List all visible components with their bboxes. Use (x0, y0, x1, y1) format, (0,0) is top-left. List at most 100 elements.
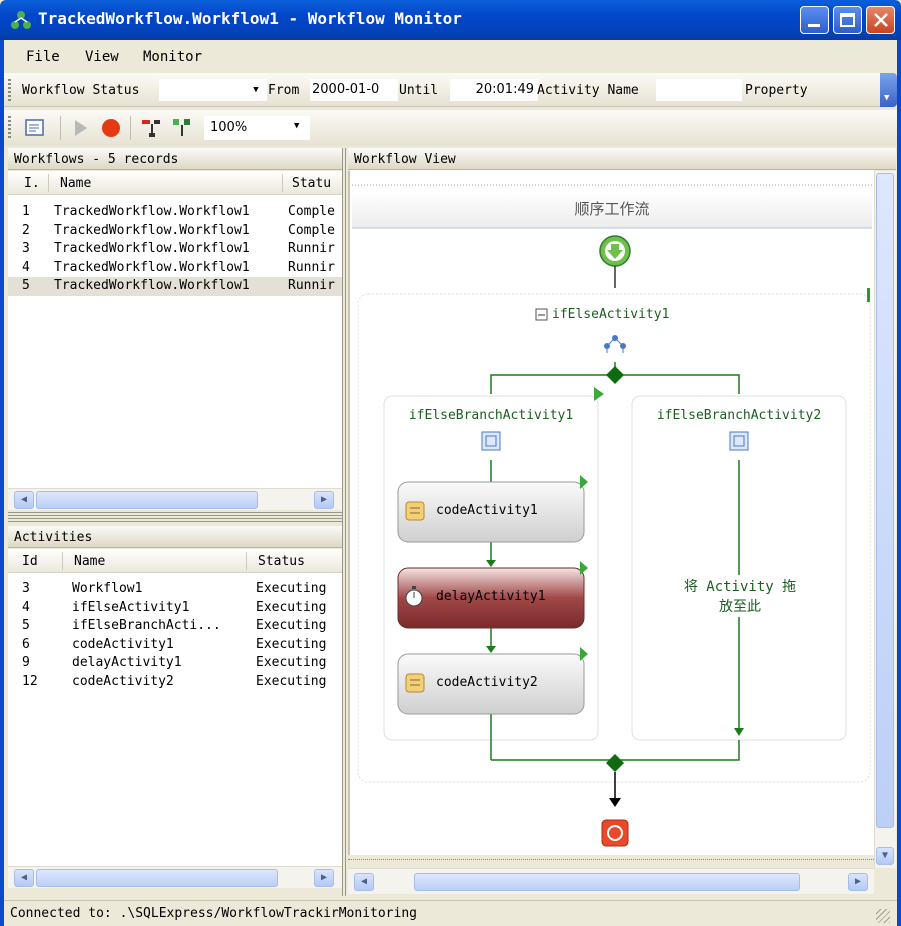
scroll-right-icon[interactable]: ▶ (314, 869, 334, 887)
column-divider[interactable] (282, 174, 283, 192)
workflow-id: 2 (22, 222, 30, 238)
activity-status: Executing (256, 673, 327, 689)
toolbar-grip[interactable] (8, 79, 11, 101)
activity-name: ifElseBranchActi... (72, 618, 221, 633)
workflow-id: 4 (22, 259, 30, 275)
workflow-name: TrackedWorkflow.Workflow1 (54, 278, 250, 293)
column-divider[interactable] (246, 552, 247, 570)
drop-hint-line1: 将 Activity 拖 (683, 579, 797, 595)
until-label: Until (399, 83, 439, 98)
scroll-left-icon[interactable]: ◀ (14, 869, 34, 887)
activity-row[interactable]: 9 delayActivity1 Executing (8, 654, 342, 673)
close-button[interactable] (866, 6, 895, 34)
column-divider[interactable] (48, 174, 49, 192)
scroll-left-icon[interactable]: ◀ (14, 491, 34, 509)
workflow-name: TrackedWorkflow.Workflow1 (54, 241, 250, 256)
column-status[interactable]: Status (258, 554, 305, 569)
workflow-row[interactable]: 1 TrackedWorkflow.Workflow1 Comple (8, 203, 342, 222)
scroll-thumb[interactable] (36, 869, 278, 887)
activity-row[interactable]: 4 ifElseActivity1 Executing (8, 599, 342, 618)
ifelse-activity-label[interactable]: ifElseActivity1 (552, 307, 669, 322)
horizontal-splitter[interactable] (8, 512, 342, 524)
window-frame-right (897, 40, 901, 926)
activity-row[interactable]: 12 codeActivity2 Executing (8, 673, 342, 692)
close-icon (874, 13, 888, 27)
workflow-row[interactable]: 4 TrackedWorkflow.Workflow1 Runnir (8, 259, 342, 278)
column-id[interactable]: Id (22, 554, 38, 569)
menu-monitor[interactable]: Monitor (143, 49, 202, 65)
until-time-field[interactable]: 20:01:49 (450, 79, 538, 101)
maximize-icon (840, 13, 855, 27)
column-id[interactable]: I. (24, 176, 40, 191)
vscroll-thumb[interactable] (876, 173, 894, 828)
designer-hscrollbar[interactable]: ◀ ▶ (348, 859, 874, 894)
menu-bar: File View Monitor (4, 40, 897, 73)
resize-grip-icon[interactable] (876, 909, 890, 923)
monitor-settings-icon[interactable] (24, 117, 46, 139)
activity-id: 9 (22, 655, 30, 670)
scroll-thumb[interactable] (36, 491, 258, 509)
title-bar[interactable]: TrackedWorkflow.Workflow1 - Workflow Mon… (0, 0, 901, 40)
activity-status: Executing (256, 618, 327, 633)
expand-icon[interactable] (140, 116, 164, 140)
code-scroll-icon (405, 673, 425, 693)
column-name[interactable]: Name (60, 176, 91, 191)
minimize-icon (808, 24, 820, 27)
scroll-right-icon[interactable]: ▶ (314, 491, 334, 509)
minimize-button[interactable] (800, 6, 829, 34)
workflows-list: I. Name Statu 1 TrackedWorkflow.Workflow1… (8, 171, 342, 488)
from-date-field[interactable]: 2000-01-0 (310, 79, 398, 101)
activity-name-field[interactable] (656, 79, 742, 101)
activity-name: codeActivity2 (72, 673, 174, 689)
toolbar-separator (60, 116, 61, 140)
column-status[interactable]: Statu (292, 176, 342, 191)
column-divider[interactable] (62, 552, 63, 570)
activities-hscrollbar[interactable]: ◀ ▶ (8, 866, 342, 888)
stop-icon[interactable] (100, 118, 122, 140)
overflow-chevron-icon: ▼ (884, 93, 890, 103)
menu-file[interactable]: File (26, 49, 60, 65)
activity-label-code1[interactable]: codeActivity1 (436, 503, 538, 518)
column-name[interactable]: Name (74, 554, 105, 569)
action-toolbar: 100% ▼ (4, 110, 897, 146)
scroll-right-icon[interactable]: ▶ (848, 873, 868, 891)
workflows-hscrollbar[interactable]: ◀ ▶ (8, 488, 342, 510)
workflows-column-header: I. Name Statu (8, 171, 342, 195)
activity-row[interactable]: 3 Workflow1 Executing (8, 580, 342, 599)
maximize-button[interactable] (833, 6, 862, 34)
activity-row[interactable]: 5 ifElseBranchActi... Executing (8, 617, 342, 636)
workflow-row[interactable]: 3 TrackedWorkflow.Workflow1 Runnir (8, 240, 342, 259)
chevron-down-icon[interactable]: ▼ (248, 79, 264, 101)
scroll-left-icon[interactable]: ◀ (354, 873, 374, 891)
designer-vscrollbar[interactable]: ▼ (874, 171, 896, 868)
zoom-select[interactable]: 100% ▼ (204, 116, 310, 140)
activity-name: codeActivity1 (72, 636, 174, 652)
workflow-designer-canvas[interactable]: 顺序工作流 ifElseActivity1 ifElseBranchActivi… (350, 170, 874, 854)
branch1-label[interactable]: ifElseBranchActivity1 (384, 408, 598, 423)
activity-status: Executing (256, 599, 327, 615)
menu-view[interactable]: View (85, 49, 119, 65)
activity-label-code2[interactable]: codeActivity2 (436, 675, 538, 690)
collapse-icon[interactable] (170, 116, 194, 140)
activity-name: delayActivity1 (72, 655, 182, 670)
workflow-name: TrackedWorkflow.Workflow1 (54, 259, 250, 275)
zoom-value: 100% (210, 120, 248, 135)
scroll-down-icon[interactable]: ▼ (876, 847, 894, 865)
activity-row[interactable]: 6 codeActivity1 Executing (8, 636, 342, 655)
filter-toolbar: Workflow Status ▼ From 2000-01-0 Until 2… (4, 73, 888, 107)
workflow-diagram (352, 184, 872, 847)
zoom-chevron-down-icon: ▼ (294, 121, 300, 131)
workflow-row[interactable]: 2 TrackedWorkflow.Workflow1 Comple (8, 222, 342, 241)
activities-list: Id Name Status 3 Workflow1 Executing 4 ifEls… (8, 549, 342, 866)
workflow-status: Comple (288, 222, 335, 238)
activity-label-delay[interactable]: delayActivity1 (436, 589, 546, 604)
activity-status: Executing (256, 655, 327, 670)
scroll-thumb[interactable] (414, 873, 800, 891)
connection-status-text: Connected to: .\SQLExpress/WorkflowTrack… (10, 906, 417, 921)
activity-id: 4 (22, 599, 30, 615)
workflow-row[interactable]: 5 TrackedWorkflow.Workflow1 Runnir (8, 277, 342, 296)
toolbar-overflow-button[interactable]: ▼ (880, 73, 897, 107)
play-icon[interactable] (70, 118, 90, 138)
toolbar-grip-2[interactable] (8, 116, 11, 140)
branch2-label[interactable]: ifElseBranchActivity2 (632, 408, 846, 423)
